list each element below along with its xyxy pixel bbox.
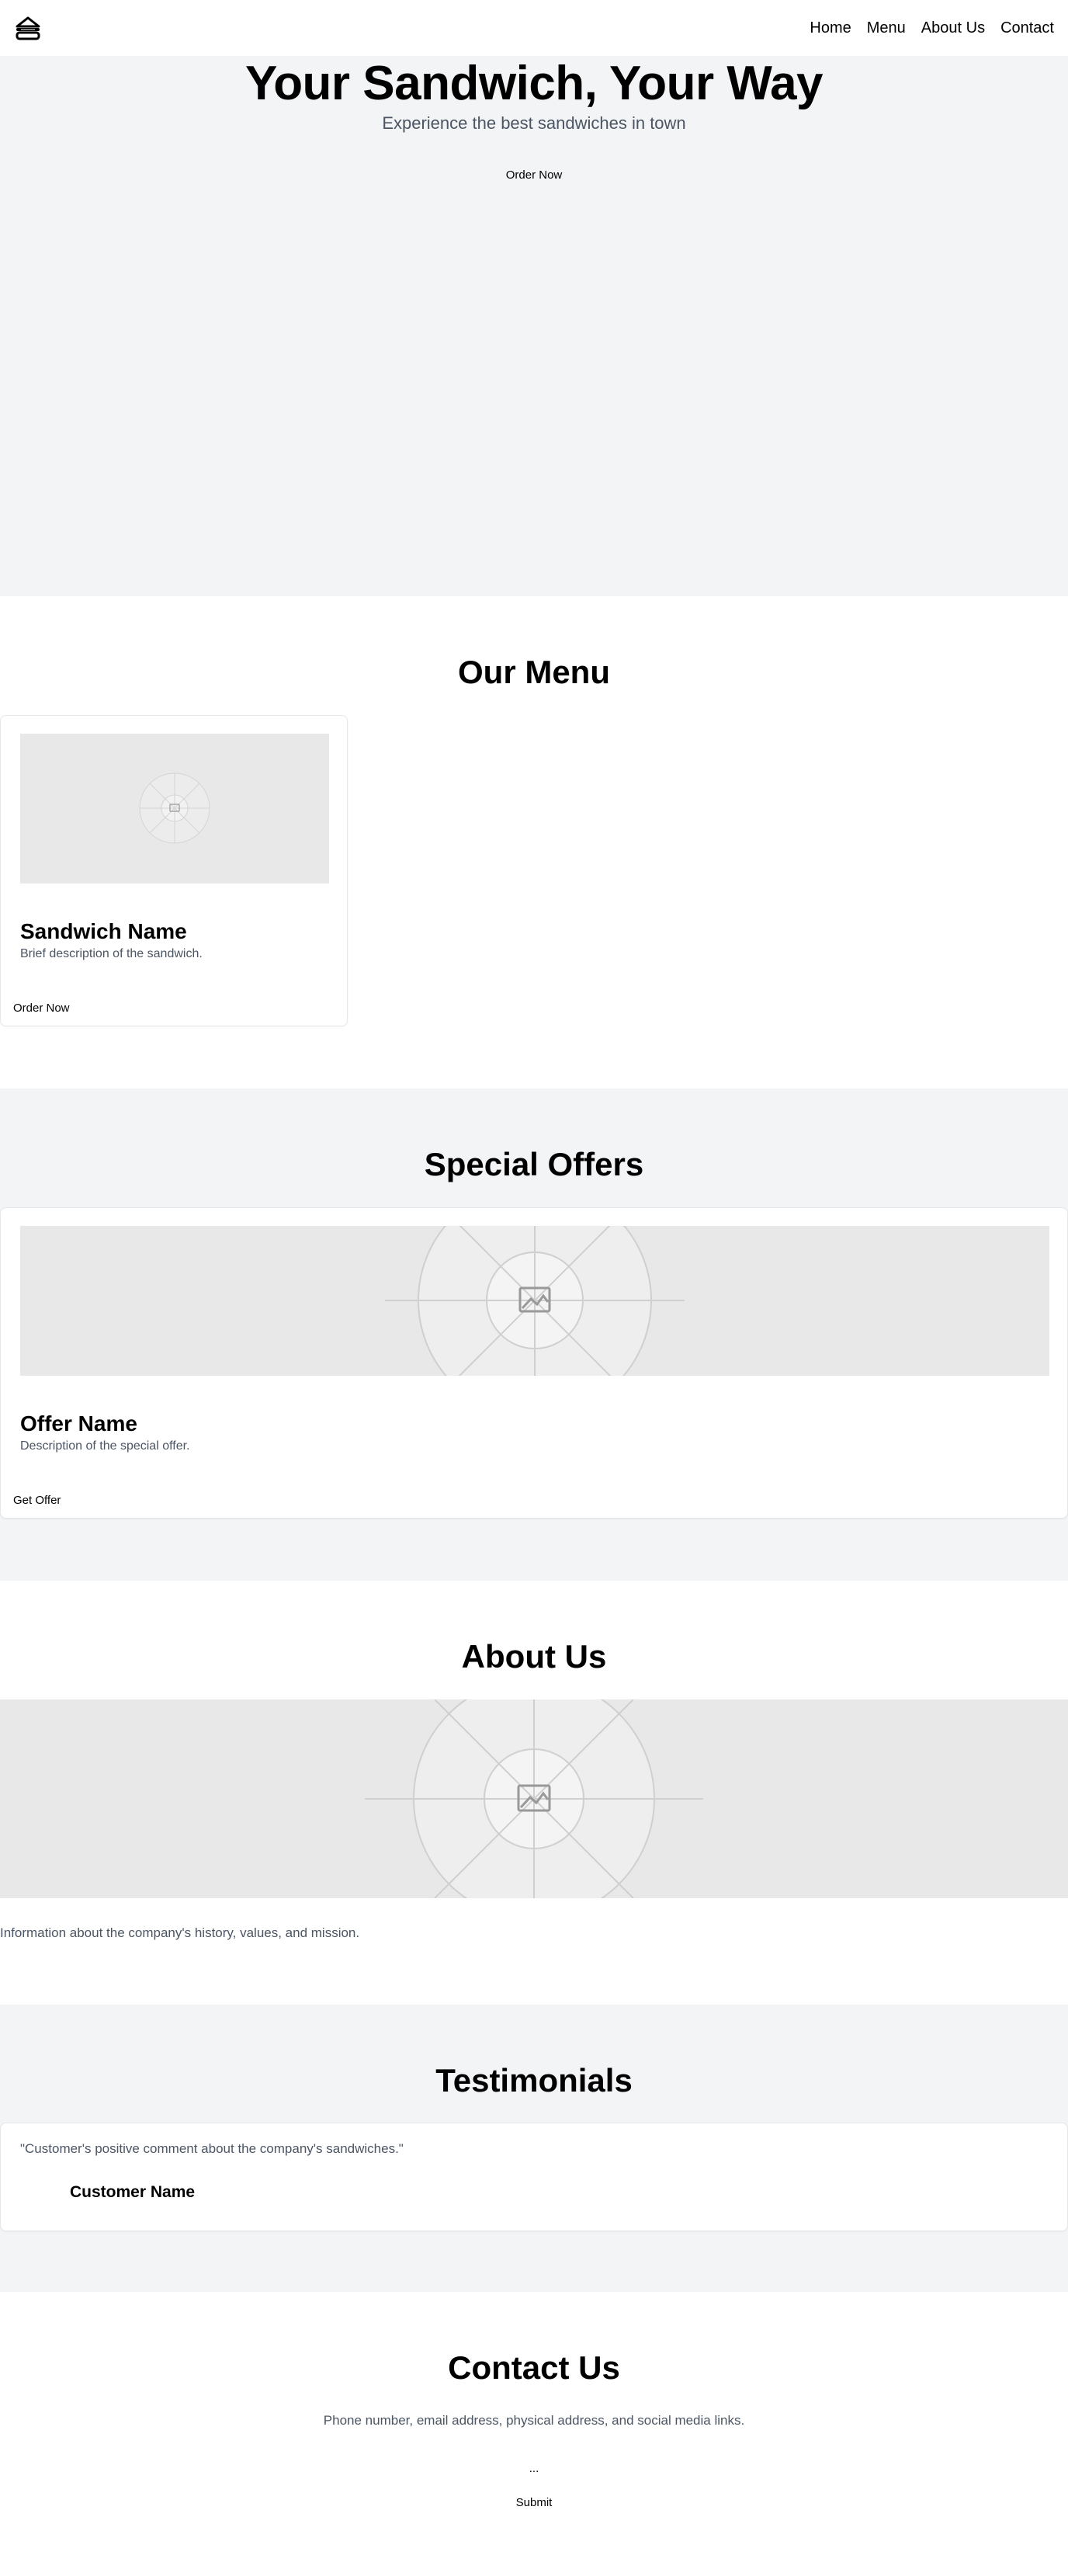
about-heading: About Us (461, 1638, 607, 1675)
hero-order-button[interactable]: Order Now (497, 165, 571, 184)
nav-links: Home Menu About Us Contact (810, 19, 1054, 37)
menu-item-name: Sandwich Name (20, 919, 187, 943)
testimonial-card: "Customer's positive comment about the c… (0, 2123, 1068, 2231)
contact-heading: Contact Us (448, 2349, 620, 2386)
nav-link-home[interactable]: Home (810, 19, 851, 37)
nav-link-about[interactable]: About Us (921, 19, 985, 37)
contact-section: Contact Us Phone number, email address, … (0, 2292, 1068, 2576)
about-section: About Us Information about the company's… (0, 1581, 1068, 2005)
offer-card: Offer Name Description of the special of… (0, 1207, 1068, 1519)
menu-section: Our Menu Sandwich Name Brief description… (0, 596, 1068, 1088)
menu-order-button[interactable]: Order Now (13, 1002, 70, 1015)
image-placeholder-icon (365, 1699, 703, 1898)
menu-image (20, 734, 329, 884)
offers-heading: Special Offers (424, 1146, 644, 1182)
offers-section: Special Offers Offer Name Description of… (0, 1088, 1068, 1581)
image-placeholder-icon (385, 1226, 685, 1376)
menu-heading: Our Menu (458, 654, 610, 690)
menu-item-description: Brief description of the sandwich. (20, 947, 203, 960)
testimonials-heading: Testimonials (435, 2062, 633, 2099)
sandwich-icon[interactable] (14, 14, 42, 42)
top-navbar: Home Menu About Us Contact (0, 0, 1068, 56)
about-image (0, 1699, 1068, 1898)
offer-description: Description of the special offer. (20, 1439, 190, 1453)
menu-card: Sandwich Name Brief description of the s… (0, 715, 348, 1026)
hero-section: Your Sandwich, Your Way Experience the b… (0, 56, 1068, 596)
nav-link-contact[interactable]: Contact (1000, 19, 1054, 37)
hero-title: Your Sandwich, Your Way (244, 57, 824, 110)
testimonials-section: Testimonials "Customer's positive commen… (0, 2005, 1068, 2292)
contact-form-marker: ... (529, 2462, 539, 2475)
contact-info: Phone number, email address, physical ad… (323, 2413, 745, 2428)
nav-link-menu[interactable]: Menu (867, 19, 906, 37)
hero-subtitle: Experience the best sandwiches in town (382, 113, 686, 133)
get-offer-button[interactable]: Get Offer (13, 1494, 61, 1507)
contact-submit-button[interactable]: Submit (503, 2494, 565, 2511)
testimonial-author: Customer Name (70, 2183, 196, 2201)
image-placeholder-icon (139, 772, 210, 844)
testimonial-quote: "Customer's positive comment about the c… (20, 2141, 404, 2156)
offer-name: Offer Name (20, 1411, 137, 1436)
offer-image (20, 1226, 1049, 1376)
about-text: Information about the company's history,… (0, 1925, 360, 1940)
